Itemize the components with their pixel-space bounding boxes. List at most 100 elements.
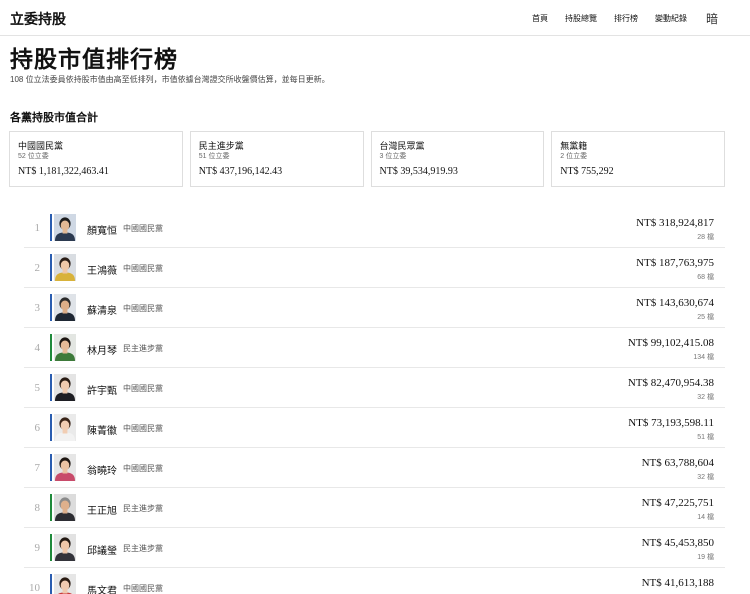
legislator-party: 中國國民黨 [123, 224, 163, 233]
legislator-party: 中國國民黨 [123, 304, 163, 313]
stock-count: 134 檔 [693, 354, 714, 361]
theme-toggle-button[interactable]: 暗 [706, 10, 718, 27]
party-card-name: 無黨籍 [560, 141, 588, 151]
top-navigation-bar: 立委持股 首頁 持股總覽 排行榜 變動紀錄 暗 [0, 0, 750, 36]
legislator-name[interactable]: 許宇甄 [87, 382, 117, 397]
rank-number: 1 [34, 222, 41, 234]
party-color-bar [50, 494, 52, 521]
ranking-row[interactable]: 7 翁曉玲 中國國民黨 NT$ 63,788,604 32 檔 [24, 448, 725, 488]
ranking-row[interactable]: 1 顏寬恒 中國國民黨 NT$ 318,924,817 28 檔 [24, 208, 725, 248]
legislator-party: 中國國民黨 [123, 464, 163, 473]
ranking-row[interactable]: 10 馬文君 中國國民黨 NT$ 41,613,188 [24, 568, 725, 594]
rank-number: 9 [34, 542, 41, 554]
rank-number: 4 [34, 342, 41, 354]
legislator-avatar [54, 414, 76, 441]
party-color-bar [50, 254, 52, 281]
stock-count: 28 檔 [697, 234, 714, 241]
stock-count: 68 檔 [697, 274, 714, 281]
holding-value: NT$ 45,453,850 [641, 537, 714, 549]
legislator-name[interactable]: 王正旭 [87, 502, 117, 517]
rank-number: 2 [34, 262, 41, 274]
ranking-row[interactable]: 9 邱議瑩 民主進步黨 NT$ 45,453,850 19 檔 [24, 528, 725, 568]
nav-changes-link[interactable]: 變動紀錄 [655, 13, 687, 24]
party-color-bar [50, 534, 52, 561]
ranking-list: 1 顏寬恒 中國國民黨 NT$ 318,924,817 28 檔 2 王鴻薇 中… [24, 208, 725, 594]
ranking-row[interactable]: 6 陳菁徽 中國國民黨 NT$ 73,193,598.11 51 檔 [24, 408, 725, 448]
holding-value: NT$ 63,788,604 [641, 457, 714, 469]
party-color-bar [50, 574, 52, 594]
rank-number: 8 [34, 502, 41, 514]
legislator-avatar [54, 454, 76, 481]
party-color-bar [50, 414, 52, 441]
legislator-avatar [54, 374, 76, 401]
holding-value: NT$ 99,102,415.08 [627, 337, 714, 349]
rank-number: 6 [34, 422, 41, 434]
legislator-party: 民主進步黨 [123, 344, 163, 353]
legislator-name[interactable]: 王鴻薇 [87, 262, 117, 277]
rank-number: 3 [34, 302, 41, 314]
ranking-row[interactable]: 3 蘇清泉 中國國民黨 NT$ 143,630,674 25 檔 [24, 288, 725, 328]
party-totals-heading: 各黨持股市值合計 [10, 112, 98, 124]
holding-value: NT$ 73,193,598.11 [628, 417, 714, 429]
ranking-row[interactable]: 5 許宇甄 中國國民黨 NT$ 82,470,954.38 32 檔 [24, 368, 725, 408]
ranking-row[interactable]: 8 王正旭 民主進步黨 NT$ 47,225,751 14 檔 [24, 488, 725, 528]
party-card-tpp[interactable]: 台灣民眾黨 3 位立委 NT$ 39,534,919.93 [370, 131, 545, 187]
holding-value: NT$ 187,763,975 [636, 257, 714, 269]
party-card-count: 2 位立委 [560, 153, 588, 160]
legislator-name[interactable]: 翁曉玲 [87, 462, 117, 477]
legislator-name[interactable]: 林月琴 [87, 342, 117, 357]
legislator-party: 民主進步黨 [123, 504, 163, 513]
party-card-value: NT$ 755,292 [560, 166, 614, 177]
party-color-bar [50, 374, 52, 401]
party-card-independent[interactable]: 無黨籍 2 位立委 NT$ 755,292 [551, 131, 725, 187]
legislator-name[interactable]: 馬文君 [87, 582, 117, 594]
page-title: 持股市值排行榜 [10, 47, 178, 72]
legislator-name[interactable]: 邱議瑩 [87, 542, 117, 557]
legislator-name[interactable]: 陳菁徽 [87, 422, 117, 437]
ranking-row[interactable]: 2 王鴻薇 中國國民黨 NT$ 187,763,975 68 檔 [24, 248, 725, 288]
party-card-count: 51 位立委 [198, 153, 230, 160]
legislator-party: 中國國民黨 [123, 424, 163, 433]
stock-count: 25 檔 [697, 314, 714, 321]
stock-count: 14 檔 [697, 514, 714, 521]
stock-count: 19 檔 [697, 554, 714, 561]
legislator-avatar [54, 574, 76, 594]
legislator-avatar [54, 254, 76, 281]
party-card-value: NT$ 1,181,322,463.41 [18, 166, 109, 177]
rank-number: 10 [29, 582, 40, 594]
nav-holdings-overview-link[interactable]: 持股總覽 [565, 13, 597, 24]
party-card-value: NT$ 39,534,919.93 [379, 166, 458, 177]
legislator-party: 中國國民黨 [123, 384, 163, 393]
party-card-name: 民主進步黨 [198, 141, 244, 151]
party-card-value: NT$ 437,196,142.43 [198, 166, 283, 177]
holding-value: NT$ 143,630,674 [636, 297, 714, 309]
nav-ranking-link[interactable]: 排行榜 [614, 13, 638, 24]
legislator-party: 中國國民黨 [123, 584, 163, 593]
legislator-name[interactable]: 蘇清泉 [87, 302, 117, 317]
party-color-bar [50, 334, 52, 361]
nav-home-link[interactable]: 首頁 [532, 13, 548, 24]
holding-value: NT$ 47,225,751 [641, 497, 714, 509]
party-card-count: 52 位立委 [18, 153, 49, 160]
page-subtitle: 108 位立法委員依持股市值由高至低排列，市值依據台灣證交所收盤價估算，並每日更… [10, 75, 330, 84]
party-card-name: 中國國民黨 [18, 141, 64, 151]
rank-number: 7 [34, 462, 41, 474]
legislator-avatar [54, 334, 76, 361]
holding-value: NT$ 41,613,188 [641, 577, 714, 589]
legislator-avatar [54, 494, 76, 521]
party-card-count: 3 位立委 [379, 153, 407, 160]
legislator-avatar [54, 214, 76, 241]
site-logo[interactable]: 立委持股 [10, 9, 66, 29]
party-card-dpp[interactable]: 民主進步黨 51 位立委 NT$ 437,196,142.43 [189, 131, 364, 187]
main-nav: 首頁 持股總覽 排行榜 變動紀錄 暗 [532, 0, 750, 36]
legislator-name[interactable]: 顏寬恒 [87, 222, 117, 237]
holding-value: NT$ 82,470,954.38 [627, 377, 714, 389]
legislator-avatar [54, 534, 76, 561]
ranking-row[interactable]: 4 林月琴 民主進步黨 NT$ 99,102,415.08 134 檔 [24, 328, 725, 368]
stock-count: 51 檔 [697, 434, 714, 441]
holding-value: NT$ 318,924,817 [636, 217, 714, 229]
party-card-kmt[interactable]: 中國國民黨 52 位立委 NT$ 1,181,322,463.41 [9, 131, 183, 187]
rank-number: 5 [34, 382, 41, 394]
party-color-bar [50, 294, 52, 321]
stock-count: 32 檔 [697, 474, 714, 481]
